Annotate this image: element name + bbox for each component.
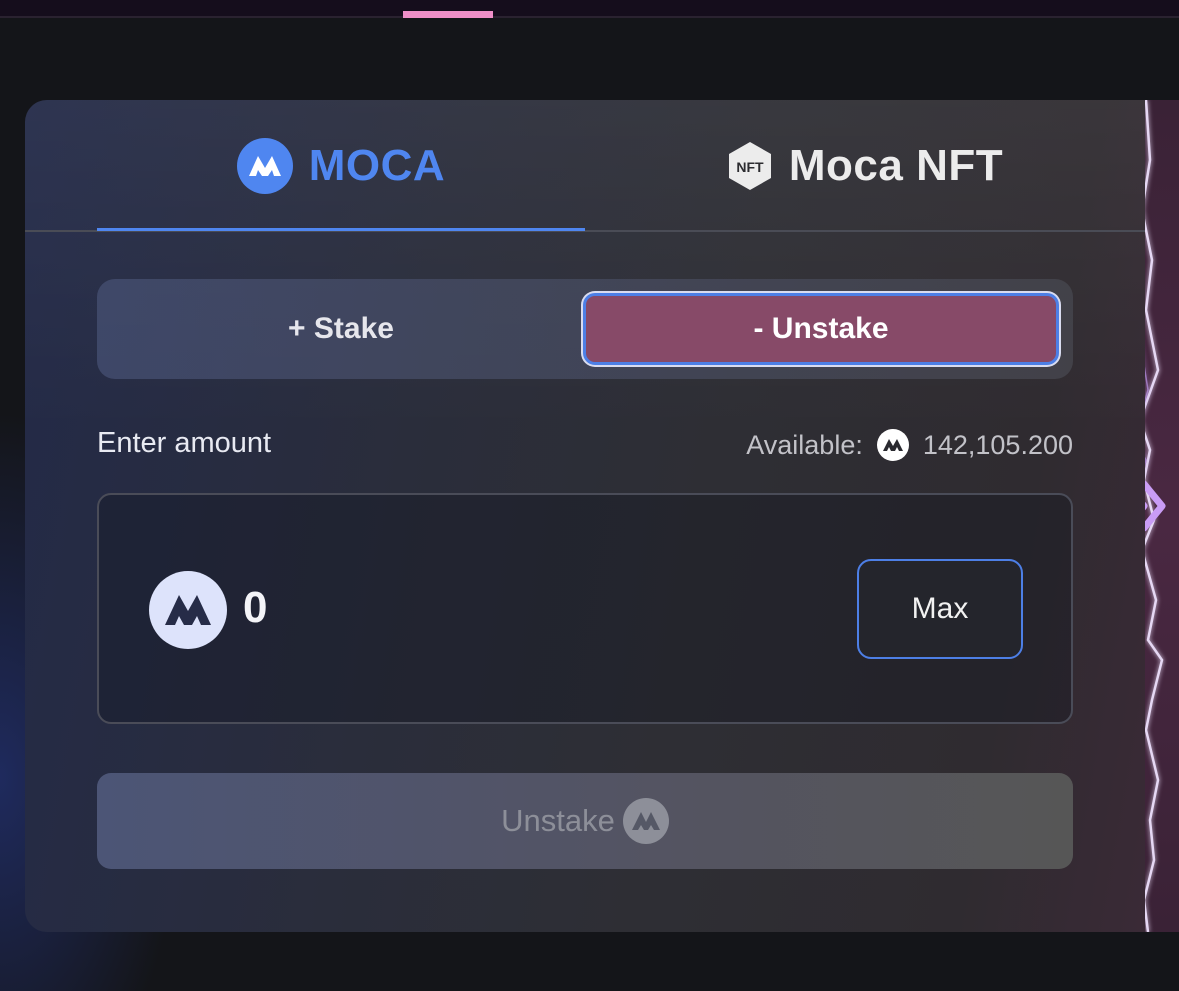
staking-card: MOCA NFT Moca NFT + Stake - Unstake Ente… (25, 100, 1145, 932)
moca-token-icon (876, 429, 909, 461)
stake-mode-toggle: + Stake - Unstake (97, 279, 1073, 379)
available-value: 142,105.200 (922, 429, 1073, 460)
tab-moca-label: MOCA (308, 141, 446, 190)
svg-text:NFT: NFT (736, 159, 764, 175)
tab-moca-nft-label: Moca NFT (788, 141, 1004, 190)
top-active-indicator (403, 11, 493, 18)
moca-token-icon (622, 798, 669, 844)
amount-input[interactable] (243, 583, 443, 633)
tab-moca-nft[interactable]: NFT Moca NFT (585, 100, 1145, 232)
amount-input-box: Max (97, 493, 1073, 724)
tab-moca[interactable]: MOCA (97, 100, 585, 232)
moca-token-icon (236, 138, 293, 194)
nft-hexagon-icon: NFT (728, 142, 771, 190)
max-button[interactable]: Max (857, 559, 1023, 659)
unstake-button[interactable]: - Unstake (583, 293, 1059, 365)
active-tab-underline (97, 228, 585, 231)
moca-token-icon (149, 571, 227, 649)
token-tabs: MOCA NFT Moca NFT (25, 100, 1145, 232)
available-balance: Available: 142,105.200 (746, 429, 1073, 461)
unstake-submit-button[interactable]: Unstake (97, 773, 1073, 869)
top-bar (0, 0, 1179, 18)
stake-button[interactable]: + Stake (97, 279, 585, 379)
available-label: Available: (746, 429, 863, 460)
unstake-submit-label: Unstake (501, 803, 615, 838)
enter-amount-label: Enter amount (97, 427, 272, 459)
